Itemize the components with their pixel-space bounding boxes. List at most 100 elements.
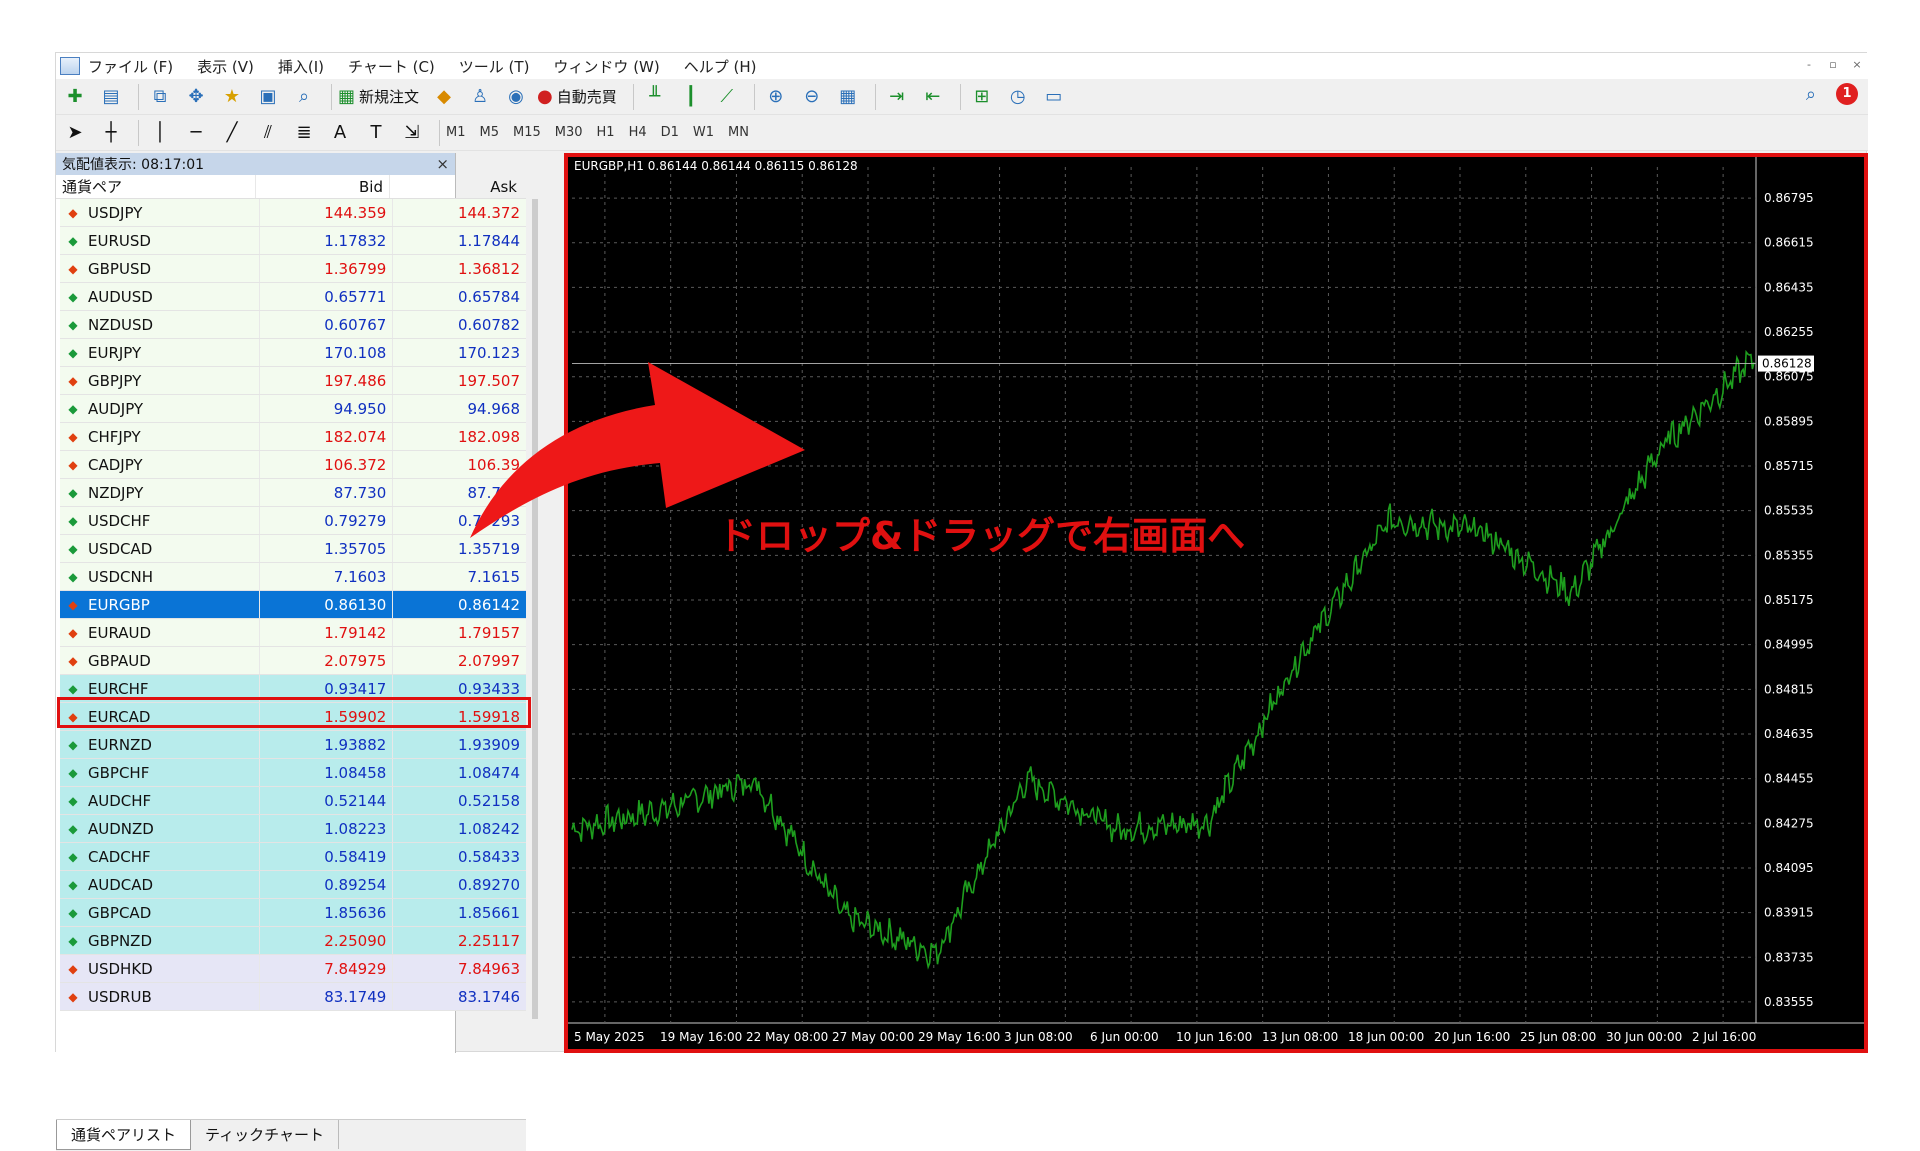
- text-label-icon[interactable]: T: [361, 119, 391, 147]
- symbol-row[interactable]: ◆ NZDUSD 0.60767 0.60782: [60, 311, 526, 339]
- symbol-row[interactable]: ◆ USDJPY 144.359 144.372: [60, 199, 526, 227]
- timeframe-m30[interactable]: M30: [555, 125, 583, 140]
- strategy-tester-icon[interactable]: ⌕: [289, 83, 319, 111]
- chart-shift-icon[interactable]: ⇤: [918, 83, 948, 111]
- column-ask[interactable]: Ask: [390, 175, 523, 198]
- tab-symbols[interactable]: 通貨ペアリスト: [56, 1120, 192, 1150]
- symbol-row[interactable]: ◆ CHFJPY 182.074 182.098: [60, 423, 526, 451]
- auto-trade-button[interactable]: ● 自動売買: [537, 86, 617, 107]
- timeframe-m5[interactable]: M5: [480, 125, 500, 140]
- price-chart[interactable]: 0.86795 0.86615 0.86435 0.86255 0.86075 0.858…: [568, 157, 1864, 1049]
- symbol-row[interactable]: ◆ GBPNZD 2.25090 2.25117: [60, 927, 526, 955]
- arrow-down-icon: ◆: [68, 709, 78, 724]
- menu-file[interactable]: ファイル (F): [88, 56, 173, 77]
- signals-icon[interactable]: ♙: [465, 83, 495, 111]
- horizontal-line-icon[interactable]: ─: [181, 119, 211, 147]
- symbol-row[interactable]: ◆ GBPUSD 1.36799 1.36812: [60, 255, 526, 283]
- crosshair-nav-icon[interactable]: ✥: [181, 83, 211, 111]
- search-icon[interactable]: ⌕: [1806, 84, 1816, 105]
- equidistant-channel-icon[interactable]: ⫽: [253, 119, 283, 147]
- menu-tools[interactable]: ツール (T): [459, 56, 530, 77]
- new-order-button[interactable]: ▦ 新規注文: [338, 86, 419, 107]
- symbol-name: GBPAUD: [88, 651, 151, 670]
- auto-scroll-icon[interactable]: ⇥: [882, 83, 912, 111]
- symbol-row[interactable]: ◆ GBPCAD 1.85636 1.85661: [60, 899, 526, 927]
- menu-window[interactable]: ウィンドウ (W): [553, 56, 659, 77]
- candlestick-icon[interactable]: ┃: [676, 83, 706, 111]
- symbol-row[interactable]: ◆ USDCHF 0.79279 0.79293: [60, 507, 526, 535]
- line-chart-icon[interactable]: ⟋: [712, 83, 742, 111]
- cursor-icon[interactable]: ➤: [60, 119, 90, 147]
- profiles-icon[interactable]: ▤: [96, 83, 126, 111]
- symbol-row[interactable]: ◆ USDCAD 1.35705 1.35719: [60, 535, 526, 563]
- symbol-row[interactable]: ◆ EURCHF 0.93417 0.93433: [60, 675, 526, 703]
- text-icon[interactable]: A: [325, 119, 355, 147]
- close-button[interactable]: ×: [1848, 56, 1866, 74]
- toolbar-divider: [753, 83, 755, 110]
- symbol-row[interactable]: ◆ NZDJPY 87.730 87.746: [60, 479, 526, 507]
- symbol-row[interactable]: ◆ AUDUSD 0.65771 0.65784: [60, 283, 526, 311]
- symbol-row[interactable]: ◆ EURCAD 1.59902 1.59918: [60, 703, 526, 731]
- bar-chart-icon[interactable]: ╨: [640, 83, 670, 111]
- menu-chart[interactable]: チャート (C): [348, 56, 435, 77]
- chart-window[interactable]: 0.86795 0.86615 0.86435 0.86255 0.86075 0.858…: [564, 153, 1868, 1053]
- scrollbar[interactable]: [532, 199, 538, 1019]
- symbol-row[interactable]: ◆ AUDCAD 0.89254 0.89270: [60, 871, 526, 899]
- crosshair-icon[interactable]: ┼: [96, 119, 126, 147]
- tab-tick-chart[interactable]: ティックチャート: [191, 1120, 339, 1149]
- options-icon[interactable]: ◉: [501, 83, 531, 111]
- timeframe-w1[interactable]: W1: [693, 125, 714, 140]
- metaeditor-icon[interactable]: ◆: [429, 83, 459, 111]
- symbol-row[interactable]: ◆ USDHKD 7.84929 7.84963: [60, 955, 526, 983]
- zoom-out-icon[interactable]: ⊖: [797, 83, 827, 111]
- indicators-icon[interactable]: ⊞: [967, 83, 997, 111]
- symbol-cell: ◆ CADJPY: [60, 451, 260, 478]
- notification-badge[interactable]: 1: [1836, 83, 1858, 105]
- minimize-button[interactable]: -: [1800, 56, 1818, 74]
- symbol-row[interactable]: ◆ CADJPY 106.372 106.39: [60, 451, 526, 479]
- vertical-line-icon[interactable]: │: [145, 119, 175, 147]
- symbol-row[interactable]: ◆ GBPJPY 197.486 197.507: [60, 367, 526, 395]
- templates-icon[interactable]: ▭: [1039, 83, 1069, 111]
- symbol-row[interactable]: ◆ EURGBP 0.86130 0.86142: [60, 591, 526, 619]
- restore-button[interactable]: ▫: [1824, 56, 1842, 74]
- symbol-row[interactable]: ◆ AUDJPY 94.950 94.968: [60, 395, 526, 423]
- symbol-row[interactable]: ◆ EURJPY 170.108 170.123: [60, 339, 526, 367]
- symbol-row[interactable]: ◆ AUDCHF 0.52144 0.52158: [60, 787, 526, 815]
- symbol-row[interactable]: ◆ EURAUD 1.79142 1.79157: [60, 619, 526, 647]
- symbol-row[interactable]: ◆ USDCNH 7.1603 7.1615: [60, 563, 526, 591]
- terminal-icon[interactable]: ▣: [253, 83, 283, 111]
- symbol-row[interactable]: ◆ EURUSD 1.17832 1.17844: [60, 227, 526, 255]
- symbol-row[interactable]: ◆ EURNZD 1.93882 1.93909: [60, 731, 526, 759]
- time-tick-label: 6 Jun 00:00: [1090, 1030, 1159, 1044]
- symbol-row[interactable]: ◆ AUDNZD 1.08223 1.08242: [60, 815, 526, 843]
- menu-view[interactable]: 表示 (V): [197, 56, 254, 77]
- column-bid[interactable]: Bid: [256, 175, 390, 198]
- symbol-name: USDCAD: [88, 539, 153, 558]
- timeframe-d1[interactable]: D1: [661, 125, 679, 140]
- navigator-icon[interactable]: ★: [217, 83, 247, 111]
- symbol-row[interactable]: ◆ USDRUB 83.1749 83.1746: [60, 983, 526, 1011]
- timeframe-h4[interactable]: H4: [629, 125, 647, 140]
- price-tick-label: 0.84995: [1764, 638, 1814, 652]
- trendline-icon[interactable]: ╱: [217, 119, 247, 147]
- timeframe-h1[interactable]: H1: [597, 125, 615, 140]
- timeframe-mn[interactable]: MN: [728, 125, 749, 140]
- zoom-in-icon[interactable]: ⊕: [761, 83, 791, 111]
- menu-help[interactable]: ヘルプ (H): [684, 56, 757, 77]
- timeframe-m15[interactable]: M15: [513, 125, 541, 140]
- menu-insert[interactable]: 挿入(I): [278, 56, 324, 77]
- tile-windows-icon[interactable]: ▦: [833, 83, 863, 111]
- periods-icon[interactable]: ◷: [1003, 83, 1033, 111]
- column-symbol[interactable]: 通貨ペア: [56, 175, 256, 198]
- fibonacci-icon[interactable]: ≣: [289, 119, 319, 147]
- arrows-icon[interactable]: ⇲: [397, 119, 427, 147]
- new-chart-icon[interactable]: ✚: [60, 83, 90, 111]
- symbol-row[interactable]: ◆ GBPCHF 1.08458 1.08474: [60, 759, 526, 787]
- symbol-name: EURNZD: [88, 735, 152, 754]
- timeframe-m1[interactable]: M1: [446, 125, 466, 140]
- symbol-row[interactable]: ◆ GBPAUD 2.07975 2.07997: [60, 647, 526, 675]
- symbol-row[interactable]: ◆ CADCHF 0.58419 0.58433: [60, 843, 526, 871]
- market-watch-icon[interactable]: ⧉: [145, 83, 175, 111]
- close-icon[interactable]: ×: [436, 155, 449, 173]
